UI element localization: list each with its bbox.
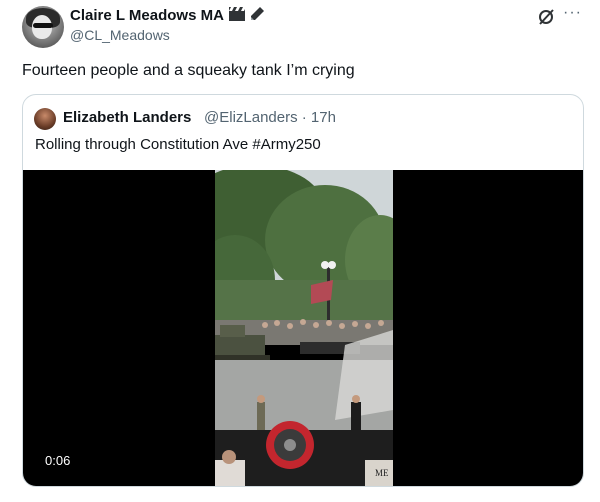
author-avatar[interactable] [22, 6, 64, 48]
video-frame: ME [215, 170, 393, 486]
video-frame-sign-text: ME [375, 468, 389, 478]
grok-icon[interactable] [537, 8, 555, 26]
more-options-icon[interactable]: ··· [563, 4, 582, 22]
author-handle[interactable]: @CL_Meadows [70, 27, 170, 43]
quoted-author-handle-time[interactable]: @ElizLanders · 17h [204, 109, 336, 126]
quoted-author-name[interactable]: Elizabeth Landers [63, 109, 191, 126]
video-player[interactable]: ME 0:06 [23, 170, 583, 486]
clapperboard-icon [229, 7, 245, 21]
quoted-post-text: Rolling through Constitution Ave #Army25… [35, 136, 321, 153]
author-badges [228, 6, 265, 22]
video-duration: 0:06 [39, 451, 77, 470]
pencil-icon [251, 7, 264, 20]
quoted-post-card[interactable]: Elizabeth Landers @ElizLanders · 17h Rol… [22, 94, 584, 487]
post-text: Fourteen people and a squeaky tank I’m c… [22, 62, 355, 79]
author-display-name[interactable]: Claire L Meadows MA [70, 7, 224, 24]
quoted-author-avatar[interactable] [34, 108, 56, 130]
